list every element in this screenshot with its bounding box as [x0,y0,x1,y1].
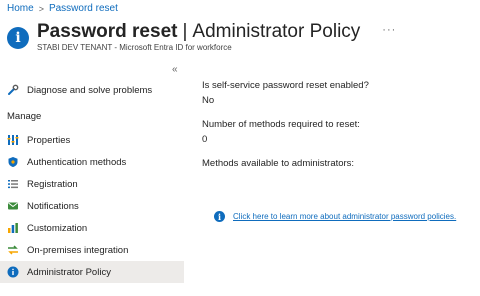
list-icon [7,178,19,190]
methods-required-value: 0 [202,134,208,145]
info-icon: i [7,27,29,49]
sidebar-item-diagnose[interactable]: Diagnose and solve problems [0,79,184,101]
sidebar-item-label: Authentication methods [27,156,127,168]
sspr-label: Is self-service password reset enabled? [202,80,369,91]
info-icon [7,266,19,278]
wrench-icon [7,84,19,96]
methods-available-field: Methods available to administrators: [202,158,472,169]
bar-chart-icon [7,222,19,234]
breadcrumb-home-link[interactable]: Home [7,3,34,14]
policy-details: Is self-service password reset enabled? … [202,80,472,182]
sidebar-item-customization[interactable]: Customization [0,217,184,239]
sidebar-item-label: Administrator Policy [27,266,111,278]
info-banner: i Click here to learn more about adminis… [214,211,456,222]
section-manage: Manage [7,110,42,122]
chevron-right-icon: > [38,3,44,14]
properties-icon [7,134,19,146]
sidebar-item-label: Diagnose and solve problems [27,84,153,96]
tenant-label: STABI DEV TENANT - Microsoft Entra ID fo… [37,43,232,52]
sspr-value: No [202,95,215,106]
page-subtitle: Administrator Policy [192,21,361,42]
methods-required-label: Number of methods required to reset: [202,119,360,130]
more-options-icon[interactable]: ··· [382,24,396,36]
title-separator: | [182,21,188,42]
sidebar-item-label: Customization [27,222,88,234]
breadcrumb: Home > Password reset [7,3,118,14]
sidebar-item-notifications[interactable]: Notifications [0,195,184,217]
sidebar-item-label: Registration [27,178,78,190]
sidebar-item-label: Properties [27,134,71,146]
sidebar-item-on-premises-integration[interactable]: On-premises integration [0,239,184,261]
sidebar-item-label: Notifications [27,200,79,212]
sidebar: Diagnose and solve problems Manage Prope… [0,74,184,283]
learn-more-link[interactable]: Click here to learn more about administr… [233,212,456,221]
methods-available-label: Methods available to administrators: [202,158,355,169]
sidebar-item-authentication-methods[interactable]: Authentication methods [0,151,184,173]
sspr-field: Is self-service password reset enabled? … [202,80,472,106]
sidebar-item-administrator-policy[interactable]: Administrator Policy [0,261,184,283]
page-header: i Password reset | Administrator Policy … [7,21,396,52]
sidebar-item-properties[interactable]: Properties [0,129,184,151]
shield-icon [7,156,19,168]
methods-required-field: Number of methods required to reset: 0 [202,119,472,145]
sync-icon [7,244,19,256]
sidebar-item-label: On-premises integration [27,244,129,256]
notification-icon [7,200,19,212]
page-title: Password reset [37,21,178,42]
sidebar-item-registration[interactable]: Registration [0,173,184,195]
info-icon: i [214,211,225,222]
breadcrumb-current-link[interactable]: Password reset [49,3,118,14]
